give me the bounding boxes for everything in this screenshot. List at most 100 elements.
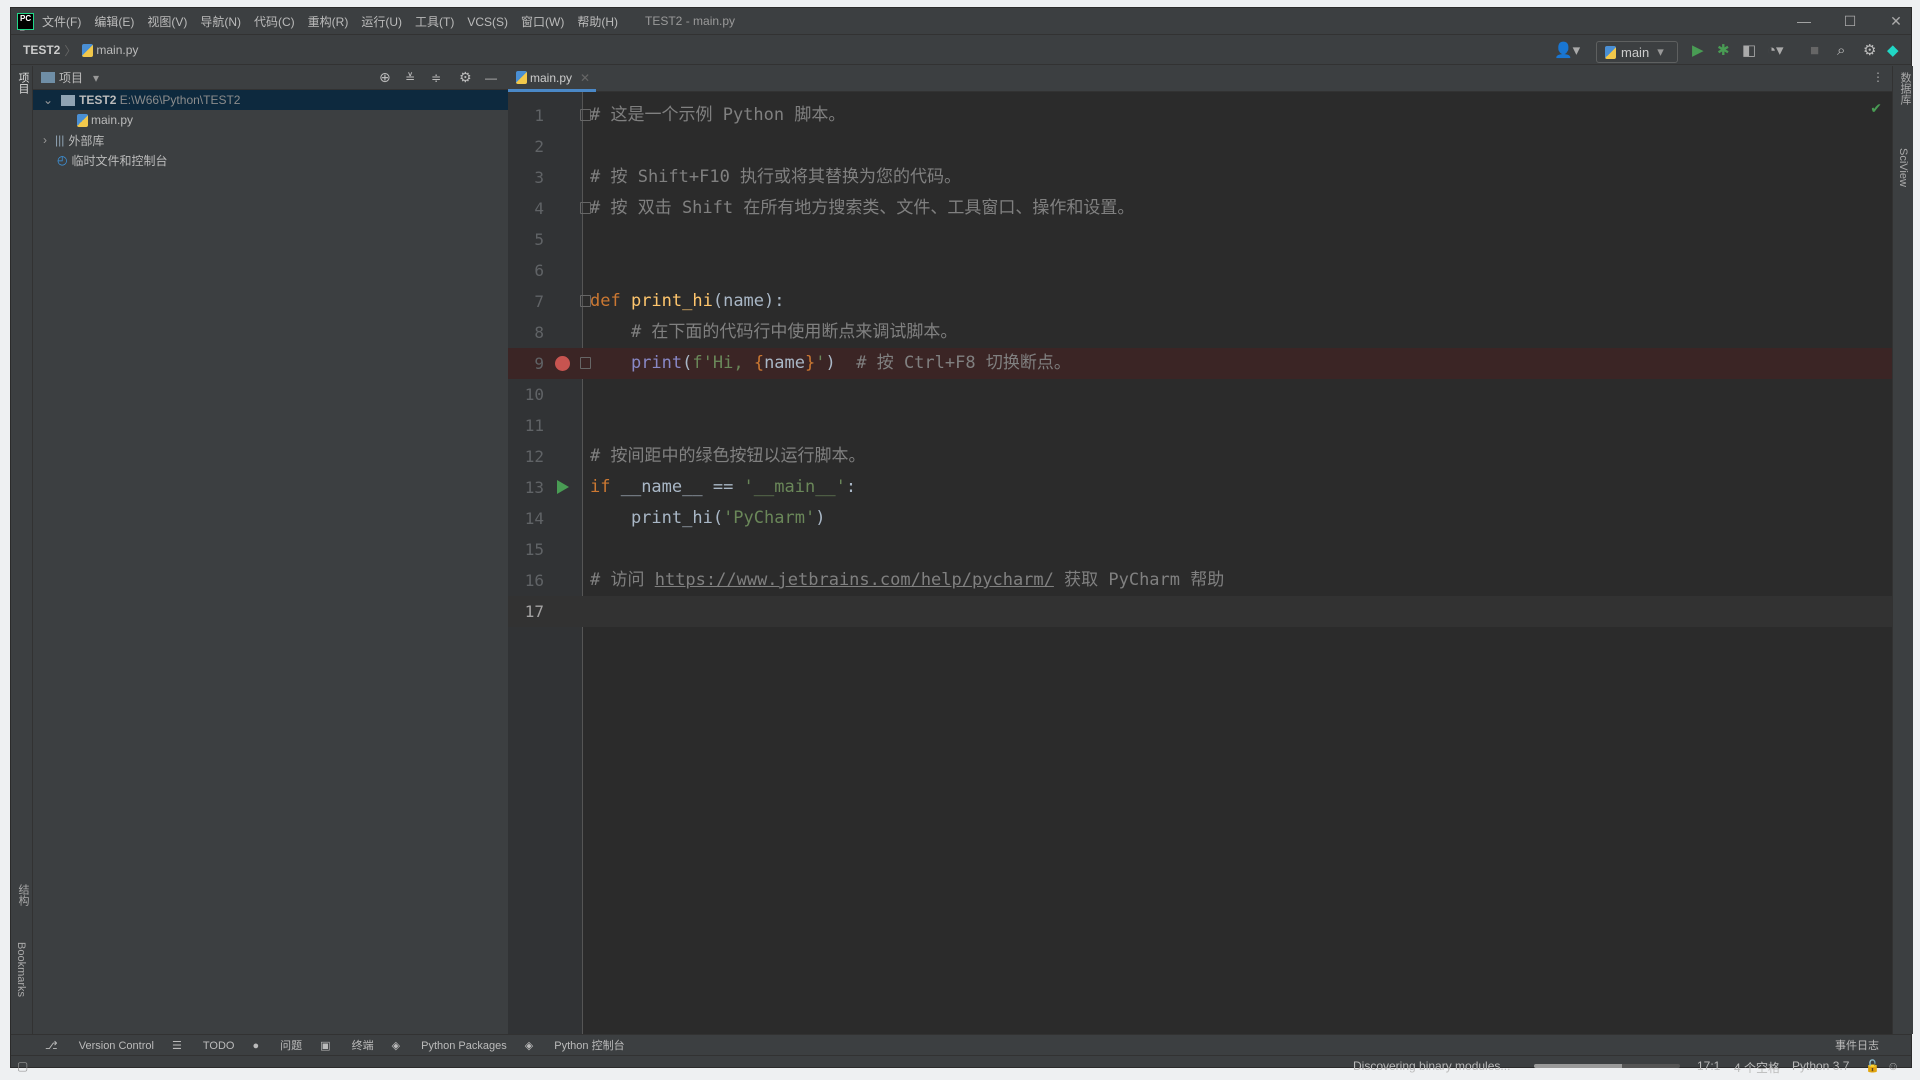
caret-position[interactable]: 17:1	[1697, 1059, 1720, 1073]
interpreter-setting[interactable]: Python 3.7	[1792, 1059, 1849, 1073]
close-tab-icon[interactable]: ✕	[580, 71, 590, 85]
tree-item-main-py[interactable]: main.py	[33, 110, 517, 130]
menu-item[interactable]: 视图(V)	[147, 15, 187, 29]
code-line[interactable]: 1 # 这是一个示例 Python 脚本。	[508, 100, 1892, 131]
code-line[interactable]: 5	[508, 224, 1892, 255]
event-log-button[interactable]: 事件日志	[1835, 1037, 1879, 1053]
tool-window-button[interactable]: ▣ 终端	[320, 1037, 373, 1053]
code-line[interactable]: 6	[508, 255, 1892, 286]
tool-window-button[interactable]: ⎇ Version Control	[45, 1039, 154, 1052]
tab-main-py[interactable]: main.py ✕	[508, 66, 596, 92]
run-icon[interactable]: ▶	[1692, 42, 1704, 60]
line-number[interactable]: 15	[508, 534, 544, 565]
menu-item[interactable]: 窗口(W)	[521, 15, 564, 29]
jetbrains-icon[interactable]: ◆	[1887, 42, 1899, 60]
debug-icon[interactable]: ✱	[1717, 42, 1730, 60]
line-number[interactable]: 1	[508, 100, 544, 131]
line-number[interactable]: 11	[508, 410, 544, 441]
code-line[interactable]: 17	[508, 596, 1892, 627]
line-number[interactable]: 4	[508, 193, 544, 224]
gear-icon[interactable]: ⚙	[459, 69, 472, 86]
menu-item[interactable]: 重构(R)	[308, 15, 349, 29]
tree-item-scratches[interactable]: ◴ 临时文件和控制台	[33, 150, 517, 170]
structure-tool-button[interactable]: 结构	[15, 884, 31, 906]
chevron-right-icon[interactable]: ›	[43, 133, 47, 147]
line-number[interactable]: 7	[508, 286, 544, 317]
close-button[interactable]: ✕	[1873, 8, 1919, 35]
bottom-tool-bar: ⎇ Version Control ☰ TODO ● 问题 ▣ 终端 ◈ Python …	[11, 1034, 1911, 1055]
code-line[interactable]: 15	[508, 534, 1892, 565]
menu-item[interactable]: 运行(U)	[361, 15, 402, 29]
profile-icon[interactable]: ◔▾	[1767, 42, 1784, 60]
lock-icon[interactable]: 🔓	[1865, 1059, 1880, 1073]
run-gutter-icon[interactable]	[557, 480, 569, 494]
search-icon[interactable]: ⌕	[1837, 42, 1845, 60]
line-number[interactable]: 14	[508, 503, 544, 534]
bookmarks-tool-button[interactable]: Bookmarks	[15, 942, 27, 997]
tool-window-button[interactable]: ◈ Python Packages	[392, 1039, 507, 1052]
more-icon[interactable]: ⋮	[1872, 70, 1884, 84]
line-number[interactable]: 12	[508, 441, 544, 472]
line-number[interactable]: 16	[508, 565, 544, 596]
line-number[interactable]: 13	[508, 472, 544, 503]
code-line[interactable]: 14 print_hi('PyCharm')	[508, 503, 1892, 534]
coverage-icon[interactable]: ◧	[1742, 42, 1756, 60]
menu-item[interactable]: 帮助(H)	[577, 15, 618, 29]
line-number[interactable]: 17	[508, 596, 544, 627]
breakpoint-icon[interactable]	[555, 356, 570, 371]
maximize-button[interactable]: ☐	[1827, 8, 1873, 35]
minimize-button[interactable]: —	[1781, 8, 1827, 35]
toggle-tool-windows-icon[interactable]: ▢	[17, 1059, 28, 1073]
database-tool-button[interactable]: 数据库	[1897, 72, 1913, 105]
menu-item[interactable]: 编辑(E)	[94, 15, 134, 29]
tree-item-external-libraries[interactable]: › ||| 外部库	[33, 130, 517, 150]
line-number[interactable]: 10	[508, 379, 544, 410]
code-line[interactable]: 8 # 在下面的代码行中使用断点来调试脚本。	[508, 317, 1892, 348]
code-line[interactable]: 10	[508, 379, 1892, 410]
menu-item[interactable]: VCS(S)	[467, 15, 508, 29]
code-line[interactable]: 3 # 按 Shift+F10 执行或将其替换为您的代码。	[508, 162, 1892, 193]
code-line[interactable]: 2	[508, 131, 1892, 162]
user-icon[interactable]: 👤▾	[1554, 42, 1580, 60]
project-tool-button[interactable]: 项目	[15, 72, 31, 94]
menu-item[interactable]: 文件(F)	[42, 15, 81, 29]
tool-window-button[interactable]: ☰ TODO	[172, 1039, 235, 1052]
run-config-select[interactable]: main ▾	[1596, 41, 1678, 63]
code-line[interactable]: 4 # 按 双击 Shift 在所有地方搜索类、文件、工具窗口、操作和设置。	[508, 193, 1892, 224]
line-number[interactable]: 6	[508, 255, 544, 286]
breadcrumb-project[interactable]: TEST2	[23, 43, 60, 57]
indent-setting[interactable]: 4 个空格	[1734, 1059, 1780, 1076]
line-number[interactable]: 3	[508, 162, 544, 193]
hide-icon[interactable]: —	[485, 71, 497, 85]
code-line[interactable]: 12 # 按间距中的绿色按钮以运行脚本。	[508, 441, 1892, 472]
tree-item-label: 外部库	[68, 133, 105, 148]
collapse-all-icon[interactable]: ≑	[431, 71, 441, 85]
tool-window-button[interactable]: ◈ Python 控制台	[525, 1037, 625, 1053]
breadcrumb-file[interactable]: main.py	[96, 43, 138, 57]
tree-item-project-root[interactable]: ⌄ TEST2 E:\W66\Python\TEST2	[33, 90, 517, 110]
chevron-down-icon[interactable]: ⌄	[43, 93, 53, 107]
code-line[interactable]: 13 if __name__ == '__main__':	[508, 472, 1892, 503]
locate-icon[interactable]: ⊕	[379, 69, 391, 86]
menu-item[interactable]: 代码(C)	[254, 15, 295, 29]
line-number[interactable]: 2	[508, 131, 544, 162]
code-editor[interactable]: main.py ✕ ⋮ 1 # 这是一个示例 Python 脚本。 2 3 # 按 Shi…	[508, 66, 1892, 1034]
line-number[interactable]: 8	[508, 317, 544, 348]
stop-icon[interactable]: ■	[1810, 42, 1819, 60]
menu-item[interactable]: 工具(T)	[415, 15, 454, 29]
code-line[interactable]: 7 def print_hi(name):	[508, 286, 1892, 317]
code-link[interactable]: https://www.jetbrains.com/help/pycharm/	[655, 570, 1054, 590]
expand-all-icon[interactable]: ≚	[405, 71, 415, 85]
tool-window-button[interactable]: ● 问题	[252, 1037, 302, 1053]
code-line[interactable]: 11	[508, 410, 1892, 441]
line-number[interactable]: 5	[508, 224, 544, 255]
menu-item[interactable]: 导航(N)	[200, 15, 241, 29]
line-number[interactable]: 9	[508, 348, 544, 379]
gear-icon[interactable]: ⚙	[1863, 42, 1876, 60]
project-view-select[interactable]: 项目	[59, 69, 83, 86]
sciview-tool-button[interactable]: SciView	[1897, 148, 1909, 187]
code-line[interactable]: 9 print(f'Hi, {name}') # 按 Ctrl+F8 切换断点。	[508, 348, 1892, 379]
background-task-label[interactable]: Discovering binary modules...	[1353, 1059, 1510, 1073]
inspector-icon[interactable]: ☺	[1887, 1059, 1899, 1073]
code-line[interactable]: 16 # 访问 https://www.jetbrains.com/help/py…	[508, 565, 1892, 596]
